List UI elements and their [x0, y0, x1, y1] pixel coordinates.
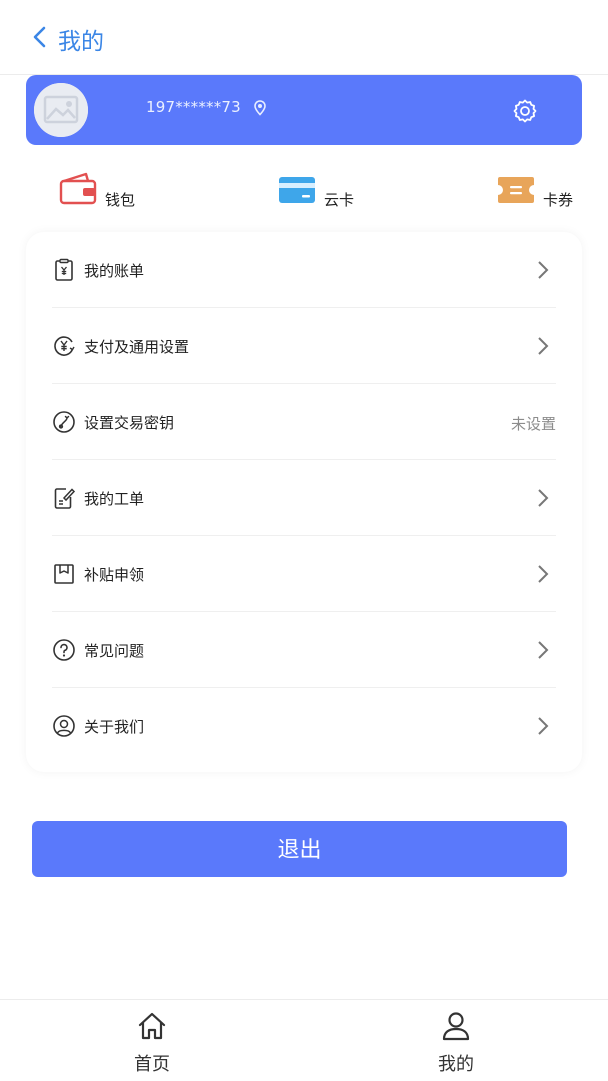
chevron-right-icon: [538, 641, 549, 659]
menu-item-label: 支付及通用设置: [84, 338, 190, 356]
chevron-right-icon: [538, 261, 549, 279]
tab-home-label: 首页: [134, 1054, 170, 1075]
top-bar: 我的: [0, 0, 608, 75]
menu-list: 我的账单 支付及通用设置 设置交易密钥 未设置 我的工单 补贴申领 常见问题 关…: [0, 232, 608, 772]
avatar[interactable]: [34, 83, 88, 137]
menu-item-label: 我的工单: [84, 490, 145, 508]
yen-circle-icon: [54, 336, 75, 356]
profile-card[interactable]: 197******73: [26, 75, 582, 145]
quick-cloud-card[interactable]: 云卡: [278, 146, 368, 232]
quick-card-label: 云卡: [324, 191, 355, 209]
ticket-icon: [498, 177, 534, 203]
chevron-right-icon: [538, 337, 549, 355]
menu-item-label: 补贴申领: [84, 566, 145, 584]
menu-item-label: 常见问题: [84, 642, 145, 660]
quick-coupon-label: 卡券: [543, 191, 574, 209]
menu-item-bill[interactable]: 我的账单: [26, 232, 582, 308]
avatar-placeholder-icon: [34, 83, 88, 137]
menu-item-work-orders[interactable]: 我的工单: [26, 460, 582, 536]
bill-icon: [55, 258, 73, 281]
tab-home[interactable]: 首页: [92, 1000, 212, 1081]
tab-mine[interactable]: 我的: [396, 1000, 516, 1081]
quick-actions: 钱包 云卡 卡券: [0, 146, 608, 232]
menu-item-payment-settings[interactable]: 支付及通用设置: [26, 308, 582, 384]
menu-item-label: 关于我们: [84, 718, 145, 736]
quick-wallet[interactable]: 钱包: [58, 146, 148, 232]
phone-number: 197******73: [146, 98, 241, 116]
quick-wallet-label: 钱包: [105, 191, 136, 209]
chevron-right-icon: [538, 717, 549, 735]
subsidy-box-icon: [54, 564, 74, 584]
settings-gear-icon[interactable]: [512, 98, 538, 124]
question-circle-icon: [53, 639, 75, 661]
user-circle-icon: [53, 715, 75, 737]
edit-doc-icon: [54, 488, 76, 509]
person-icon: [442, 1012, 470, 1041]
home-icon: [138, 1012, 166, 1040]
location-pin-icon: [254, 100, 266, 116]
menu-item-label: 我的账单: [84, 262, 145, 280]
menu-item-label: 设置交易密钥: [84, 414, 175, 432]
wallet-icon: [59, 172, 97, 205]
bottom-tab-bar: 首页 我的: [0, 999, 608, 1081]
menu-item-about[interactable]: 关于我们: [26, 688, 582, 764]
chevron-right-icon: [538, 489, 549, 507]
menu-item-trade-key[interactable]: 设置交易密钥 未设置: [26, 384, 582, 460]
key-circle-icon: [53, 411, 75, 433]
chevron-right-icon: [538, 565, 549, 583]
trade-key-status: 未设置: [510, 415, 556, 433]
page-title: 我的: [58, 29, 104, 55]
logout-button[interactable]: 退出: [32, 821, 567, 877]
menu-item-subsidy[interactable]: 补贴申领: [26, 536, 582, 612]
menu-item-faq[interactable]: 常见问题: [26, 612, 582, 688]
tab-mine-label: 我的: [438, 1054, 474, 1075]
card-icon: [279, 177, 315, 203]
quick-coupon[interactable]: 卡券: [497, 146, 587, 232]
back-arrow-icon[interactable]: [30, 24, 52, 50]
